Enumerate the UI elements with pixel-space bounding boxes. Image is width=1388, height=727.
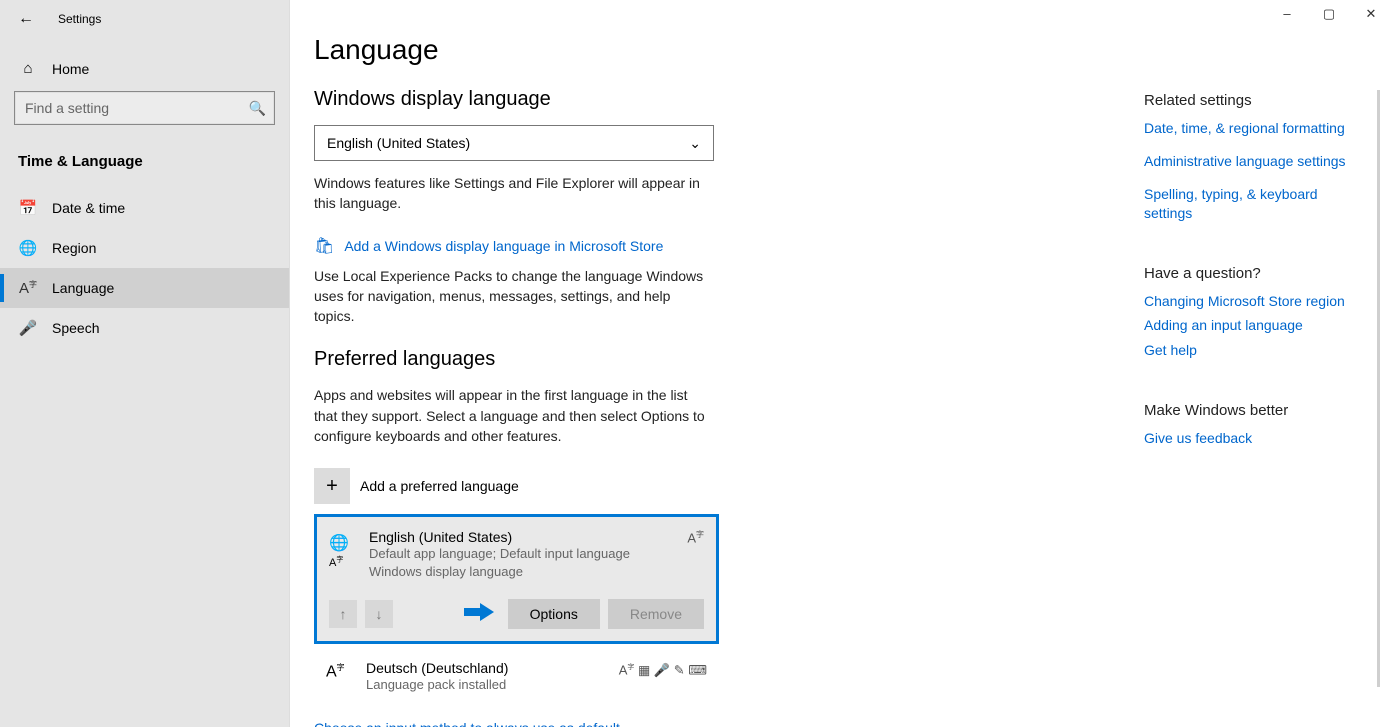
- feedback-link[interactable]: Give us feedback: [1144, 429, 1364, 448]
- clock-icon: 📅: [18, 199, 38, 217]
- language-card-english[interactable]: 🌐A字 English (United States) Default app …: [314, 514, 719, 644]
- pref-heading: Preferred languages: [314, 348, 1034, 371]
- sidebar-item-label: Date & time: [52, 200, 125, 216]
- settings-sidebar: ← Settings ⌂ Home 🔍 Time & Language 📅 Da…: [0, 0, 290, 727]
- lep-desc: Use Local Experience Packs to change the…: [314, 266, 714, 327]
- globe-icon: 🌐: [18, 239, 38, 257]
- language-card-german[interactable]: A字 Deutsch (Deutschland) Language pack i…: [314, 652, 719, 694]
- search-box[interactable]: 🔍: [14, 91, 275, 125]
- sidebar-home[interactable]: ⌂ Home: [0, 46, 289, 91]
- search-icon: 🔍: [249, 100, 266, 117]
- sidebar-item-date-time[interactable]: 📅 Date & time: [0, 188, 289, 228]
- language-feature-icons: A字: [687, 529, 704, 580]
- content-area: Language Windows display language Englis…: [290, 0, 1388, 727]
- related-link-admin[interactable]: Administrative language settings: [1144, 152, 1364, 171]
- add-preferred-language-label: Add a preferred language: [360, 478, 519, 494]
- language-sub1: Default app language; Default input lang…: [369, 545, 687, 563]
- microphone-icon: 🎤: [18, 319, 38, 337]
- dropdown-value: English (United States): [327, 135, 470, 151]
- sidebar-home-label: Home: [52, 61, 89, 77]
- related-link-spelling[interactable]: Spelling, typing, & keyboard settings: [1144, 185, 1364, 223]
- search-input[interactable]: [23, 99, 249, 117]
- help-link-get-help[interactable]: Get help: [1144, 341, 1364, 360]
- scrollbar[interactable]: [1377, 90, 1380, 687]
- sidebar-item-label: Language: [52, 280, 114, 296]
- wdl-desc: Windows features like Settings and File …: [314, 173, 714, 214]
- maximize-button[interactable]: ▢: [1322, 6, 1336, 22]
- options-button[interactable]: Options: [508, 599, 600, 629]
- add-preferred-language[interactable]: + Add a preferred language: [314, 468, 1034, 504]
- language-name: Deutsch (Deutschland): [366, 660, 619, 676]
- language-entry-icon: A字: [326, 660, 358, 694]
- sidebar-item-speech[interactable]: 🎤 Speech: [0, 308, 289, 348]
- close-button[interactable]: ✕: [1364, 6, 1378, 22]
- sidebar-section-title: Time & Language: [0, 143, 289, 188]
- default-input-method-link[interactable]: Choose an input method to always use as …: [314, 720, 620, 727]
- pref-desc: Apps and websites will appear in the fir…: [314, 385, 714, 446]
- store-icon: 🛍: [314, 236, 334, 256]
- minimize-button[interactable]: –: [1280, 6, 1294, 22]
- feedback-heading: Make Windows better: [1144, 402, 1364, 419]
- language-icon: A字: [18, 279, 38, 297]
- wdl-heading: Windows display language: [314, 88, 1034, 111]
- app-title: Settings: [58, 12, 101, 26]
- sidebar-item-language[interactable]: A字 Language: [0, 268, 289, 308]
- store-link[interactable]: Add a Windows display language in Micros…: [344, 238, 663, 254]
- home-icon: ⌂: [18, 60, 38, 77]
- language-feature-icons: A字 ▦ 🎤 ✎ ⌨: [619, 660, 707, 694]
- right-panel: Related settings Date, time, & regional …: [1144, 92, 1364, 462]
- language-entry-icon: 🌐A字: [329, 529, 361, 580]
- related-link-datetime[interactable]: Date, time, & regional formatting: [1144, 119, 1364, 138]
- language-sub2: Windows display language: [369, 563, 687, 581]
- sidebar-item-label: Speech: [52, 320, 99, 336]
- window-controls: – ▢ ✕: [1280, 6, 1378, 22]
- language-name: English (United States): [369, 529, 687, 545]
- remove-button[interactable]: Remove: [608, 599, 704, 629]
- related-settings-heading: Related settings: [1144, 92, 1364, 109]
- language-sub: Language pack installed: [366, 676, 619, 694]
- store-link-row[interactable]: 🛍 Add a Windows display language in Micr…: [314, 236, 1034, 256]
- page-title: Language: [314, 34, 1034, 66]
- question-heading: Have a question?: [1144, 265, 1364, 282]
- move-up-button[interactable]: ↑: [329, 600, 357, 628]
- help-link-input-language[interactable]: Adding an input language: [1144, 316, 1364, 335]
- plus-icon: +: [314, 468, 350, 504]
- chevron-down-icon: ⌄: [689, 135, 701, 152]
- sidebar-item-label: Region: [52, 240, 96, 256]
- back-button[interactable]: ←: [18, 10, 34, 28]
- sidebar-item-region[interactable]: 🌐 Region: [0, 228, 289, 268]
- annotation-arrow-icon: [464, 598, 494, 629]
- move-down-button[interactable]: ↓: [365, 600, 393, 628]
- display-language-dropdown[interactable]: English (United States) ⌄: [314, 125, 714, 161]
- help-link-store-region[interactable]: Changing Microsoft Store region: [1144, 292, 1364, 311]
